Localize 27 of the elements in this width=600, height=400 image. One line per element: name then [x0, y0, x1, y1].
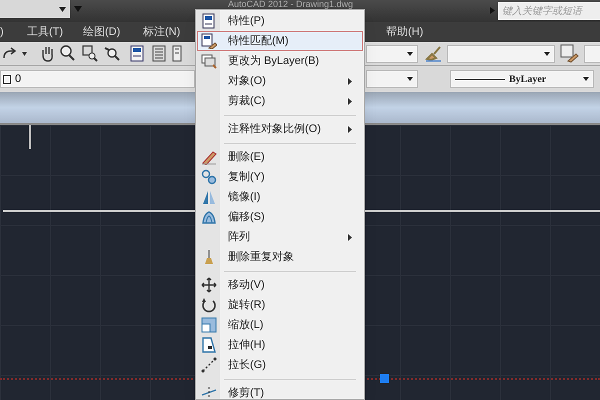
menu-item[interactable]: 删除重复对象 — [197, 247, 363, 267]
menu-item[interactable]: 帮助(H) — [386, 25, 424, 39]
menu-item[interactable]: 剪裁(C) — [197, 91, 363, 111]
menu-item[interactable]: 镜像(I) — [197, 187, 363, 207]
menu-item[interactable]: 特性匹配(M) — [197, 31, 363, 51]
window-title: AutoCAD 2012 - Drawing1.dwg — [228, 0, 354, 9]
menu-item[interactable]: 拉长(G) — [197, 355, 363, 375]
menu-item[interactable]: 复制(Y) — [197, 167, 363, 187]
menu-item[interactable]: 删除(E) — [197, 147, 363, 167]
search-field[interactable]: 键入关键字或短语 — [498, 2, 600, 20]
menu-item[interactable]: 旋转(R) — [197, 295, 363, 315]
menu-item[interactable]: 对象(O) — [197, 71, 363, 91]
menu-item[interactable]: 绘图(D) — [83, 25, 120, 39]
menu-item[interactable]: 阵列 — [197, 227, 363, 247]
menu-item[interactable]: 注释性对象比例(O) — [197, 119, 363, 139]
menu-item[interactable]: 标注(N) — [143, 25, 180, 39]
linetype-dropdown[interactable]: ByLayer — [450, 70, 594, 88]
menu-item[interactable]: 修剪(T) — [197, 383, 363, 399]
layer-dropdown[interactable]: 0 — [0, 70, 195, 88]
menu-item[interactable]: 缩放(L) — [197, 315, 363, 335]
menu-item[interactable]: 移动(V) — [197, 275, 363, 295]
menu-item[interactable]: 偏移(S) — [197, 207, 363, 227]
menu-item[interactable]: 拉伸(H) — [197, 335, 363, 355]
menu-item[interactable]: 更改为 ByLayer(B) — [197, 51, 363, 71]
menu-item[interactable]: ) — [0, 25, 4, 39]
menu-item[interactable]: 工具(T) — [27, 25, 64, 39]
menu-item[interactable]: 特性(P) — [197, 11, 363, 31]
